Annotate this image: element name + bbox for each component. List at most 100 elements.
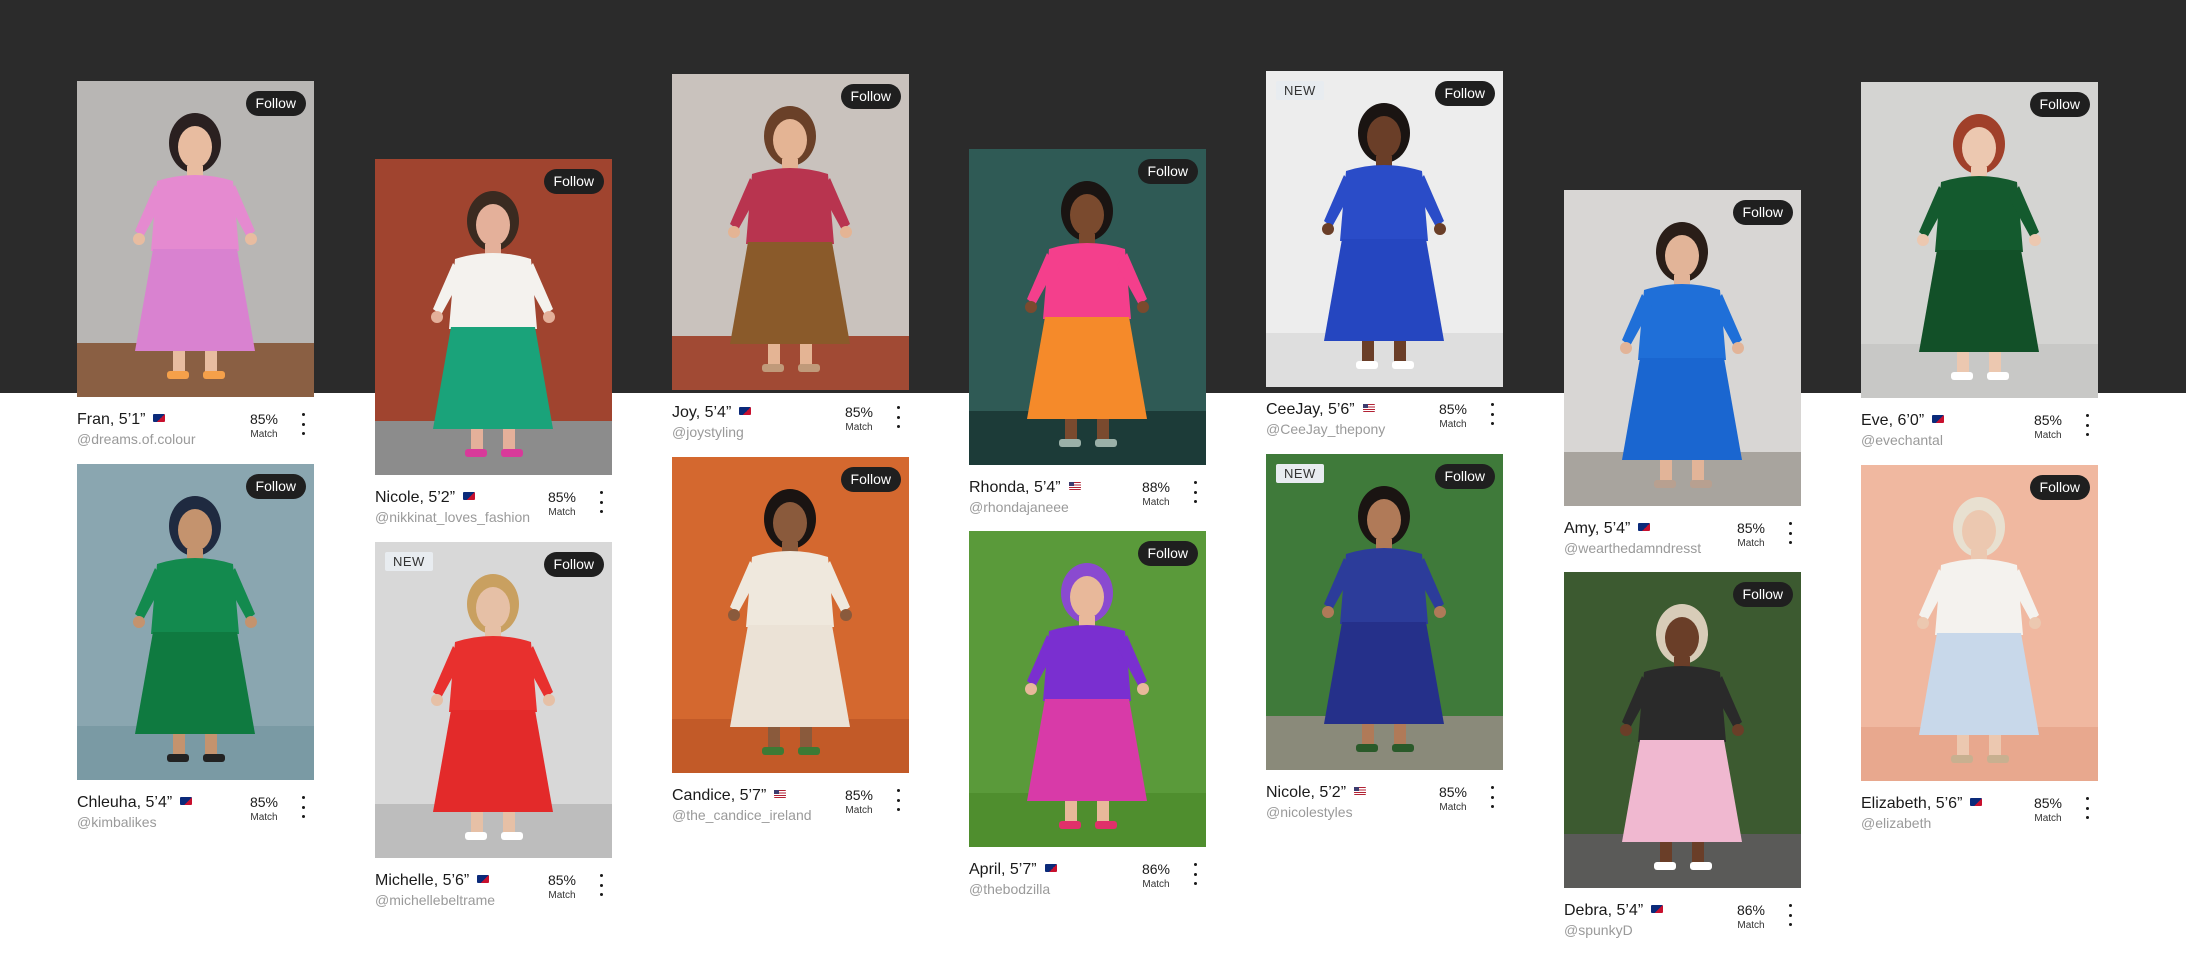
look-meta: Candice, 5’7” @the_candice_ireland 85% M…	[672, 773, 909, 825]
look-card[interactable]: Follow Debra, 5’4” @spunkyD 86% Match	[1564, 572, 1801, 940]
follow-button[interactable]: Follow	[840, 84, 901, 109]
match-percentage: 85%	[844, 404, 874, 420]
more-options-icon[interactable]	[596, 491, 606, 513]
outfit-photo-illustration	[969, 149, 1206, 465]
look-photo[interactable]: Follow	[375, 159, 612, 475]
look-photo[interactable]: NEW Follow	[1266, 71, 1503, 387]
look-photo[interactable]: NEW Follow	[375, 542, 612, 858]
model-name: CeeJay, 5’6”	[1266, 401, 1375, 419]
model-name: Amy, 5’4”	[1564, 520, 1651, 538]
follow-button[interactable]: Follow	[1732, 200, 1793, 225]
look-photo[interactable]: Follow	[1564, 572, 1801, 888]
look-card[interactable]: Follow Eve, 6’0” @evechantal 85% Match	[1861, 82, 2098, 450]
look-card[interactable]: NEW Follow Michelle, 5’6” @michellebeltr…	[375, 542, 612, 910]
match-label: Match	[250, 429, 278, 440]
more-options-icon[interactable]	[1190, 481, 1200, 503]
match-label: Match	[2034, 430, 2062, 441]
model-handle[interactable]: @nicolestyles	[1266, 804, 1353, 820]
outfit-photo-illustration	[1266, 454, 1503, 770]
follow-button[interactable]: Follow	[543, 169, 604, 194]
match-label: Match	[2034, 813, 2062, 824]
look-photo[interactable]: Follow	[77, 464, 314, 780]
more-options-icon[interactable]	[2082, 797, 2092, 819]
follow-button[interactable]: Follow	[1137, 159, 1198, 184]
model-handle[interactable]: @spunkyD	[1564, 922, 1633, 938]
look-card[interactable]: Follow Candice, 5’7” @the_candice_irelan…	[672, 457, 909, 825]
usa-flag-icon	[1354, 787, 1367, 795]
follow-button[interactable]: Follow	[245, 91, 306, 116]
more-options-icon[interactable]	[298, 413, 308, 435]
follow-button[interactable]: Follow	[1434, 81, 1495, 106]
outfit-photo-illustration	[77, 464, 314, 780]
model-handle[interactable]: @elizabeth	[1861, 815, 1931, 831]
look-photo[interactable]: Follow	[1564, 190, 1801, 506]
model-handle[interactable]: @joystyling	[672, 424, 744, 440]
match-percentage: 85%	[1438, 784, 1468, 800]
follow-button[interactable]: Follow	[543, 552, 604, 577]
more-options-icon[interactable]	[596, 874, 606, 896]
more-options-icon[interactable]	[1190, 863, 1200, 885]
look-card[interactable]: Follow April, 5’7” @thebodzilla 86% Matc…	[969, 531, 1206, 899]
look-card[interactable]: Follow Elizabeth, 5’6” @elizabeth 85% Ma…	[1861, 465, 2098, 833]
look-photo[interactable]: Follow	[1861, 465, 2098, 781]
look-card[interactable]: Follow Rhonda, 5’4” @rhondajaneee 88% Ma…	[969, 149, 1206, 517]
model-handle[interactable]: @the_candice_ireland	[672, 807, 812, 823]
model-handle[interactable]: @wearthedamndresst	[1564, 540, 1701, 556]
look-card[interactable]: Follow Amy, 5’4” @wearthedamndresst 85% …	[1564, 190, 1801, 558]
model-name: Candice, 5’7”	[672, 787, 787, 805]
look-meta: CeeJay, 5’6” @CeeJay_thepony 85% Match	[1266, 387, 1503, 439]
model-name-height: Rhonda, 5’4”	[969, 479, 1061, 496]
match-label: Match	[1439, 802, 1467, 813]
follow-button[interactable]: Follow	[2029, 475, 2090, 500]
model-handle[interactable]: @evechantal	[1861, 432, 1943, 448]
usa-flag-icon	[774, 790, 787, 798]
model-name: Rhonda, 5’4”	[969, 479, 1081, 497]
follow-button[interactable]: Follow	[2029, 92, 2090, 117]
look-card[interactable]: Follow Joy, 5’4” @joystyling 85% Match	[672, 74, 909, 442]
match-percentage: 85%	[249, 794, 279, 810]
model-handle[interactable]: @nikkinat_loves_fashion	[375, 509, 530, 525]
model-name-height: Joy, 5’4”	[672, 404, 732, 421]
more-options-icon[interactable]	[1785, 904, 1795, 926]
follow-button[interactable]: Follow	[1137, 541, 1198, 566]
more-options-icon[interactable]	[2082, 414, 2092, 436]
look-card[interactable]: Follow Fran, 5’1” @dreams.of.colour 85% …	[77, 81, 314, 449]
look-card[interactable]: NEW Follow CeeJay, 5’6” @CeeJay_thepony …	[1266, 71, 1503, 439]
look-card[interactable]: Follow Nicole, 5’2” @nikkinat_loves_fash…	[375, 159, 612, 527]
look-photo[interactable]: Follow	[77, 81, 314, 397]
more-options-icon[interactable]	[893, 789, 903, 811]
model-handle[interactable]: @kimbalikes	[77, 814, 157, 830]
follow-button[interactable]: Follow	[1434, 464, 1495, 489]
follow-button[interactable]: Follow	[245, 474, 306, 499]
outfit-photo-illustration	[672, 457, 909, 773]
model-handle[interactable]: @rhondajaneee	[969, 499, 1069, 515]
match-percentage: 85%	[249, 411, 279, 427]
look-photo[interactable]: Follow	[672, 74, 909, 390]
model-name: Chleuha, 5’4”	[77, 794, 193, 812]
look-photo[interactable]: Follow	[969, 149, 1206, 465]
model-handle[interactable]: @dreams.of.colour	[77, 431, 195, 447]
more-options-icon[interactable]	[1785, 522, 1795, 544]
more-options-icon[interactable]	[298, 796, 308, 818]
model-handle[interactable]: @CeeJay_thepony	[1266, 421, 1385, 437]
follow-button[interactable]: Follow	[840, 467, 901, 492]
look-card[interactable]: NEW Follow Nicole, 5’2” @nicolestyles 85…	[1266, 454, 1503, 822]
look-meta: Elizabeth, 5’6” @elizabeth 85% Match	[1861, 781, 2098, 833]
look-photo[interactable]: Follow	[969, 531, 1206, 847]
look-photo[interactable]: Follow	[1861, 82, 2098, 398]
more-options-icon[interactable]	[893, 406, 903, 428]
new-badge: NEW	[1276, 81, 1324, 100]
more-options-icon[interactable]	[1487, 403, 1497, 425]
usa-flag-icon	[1068, 482, 1081, 490]
model-handle[interactable]: @michellebeltrame	[375, 892, 495, 908]
look-meta: Michelle, 5’6” @michellebeltrame 85% Mat…	[375, 858, 612, 910]
model-name-height: Debra, 5’4”	[1564, 902, 1644, 919]
more-options-icon[interactable]	[1487, 786, 1497, 808]
follow-button[interactable]: Follow	[1732, 582, 1793, 607]
outfit-photo-illustration	[1861, 465, 2098, 781]
model-handle[interactable]: @thebodzilla	[969, 881, 1050, 897]
look-photo[interactable]: NEW Follow	[1266, 454, 1503, 770]
look-photo[interactable]: Follow	[672, 457, 909, 773]
match-percentage: 85%	[547, 489, 577, 505]
look-card[interactable]: Follow Chleuha, 5’4” @kimbalikes 85% Mat…	[77, 464, 314, 832]
